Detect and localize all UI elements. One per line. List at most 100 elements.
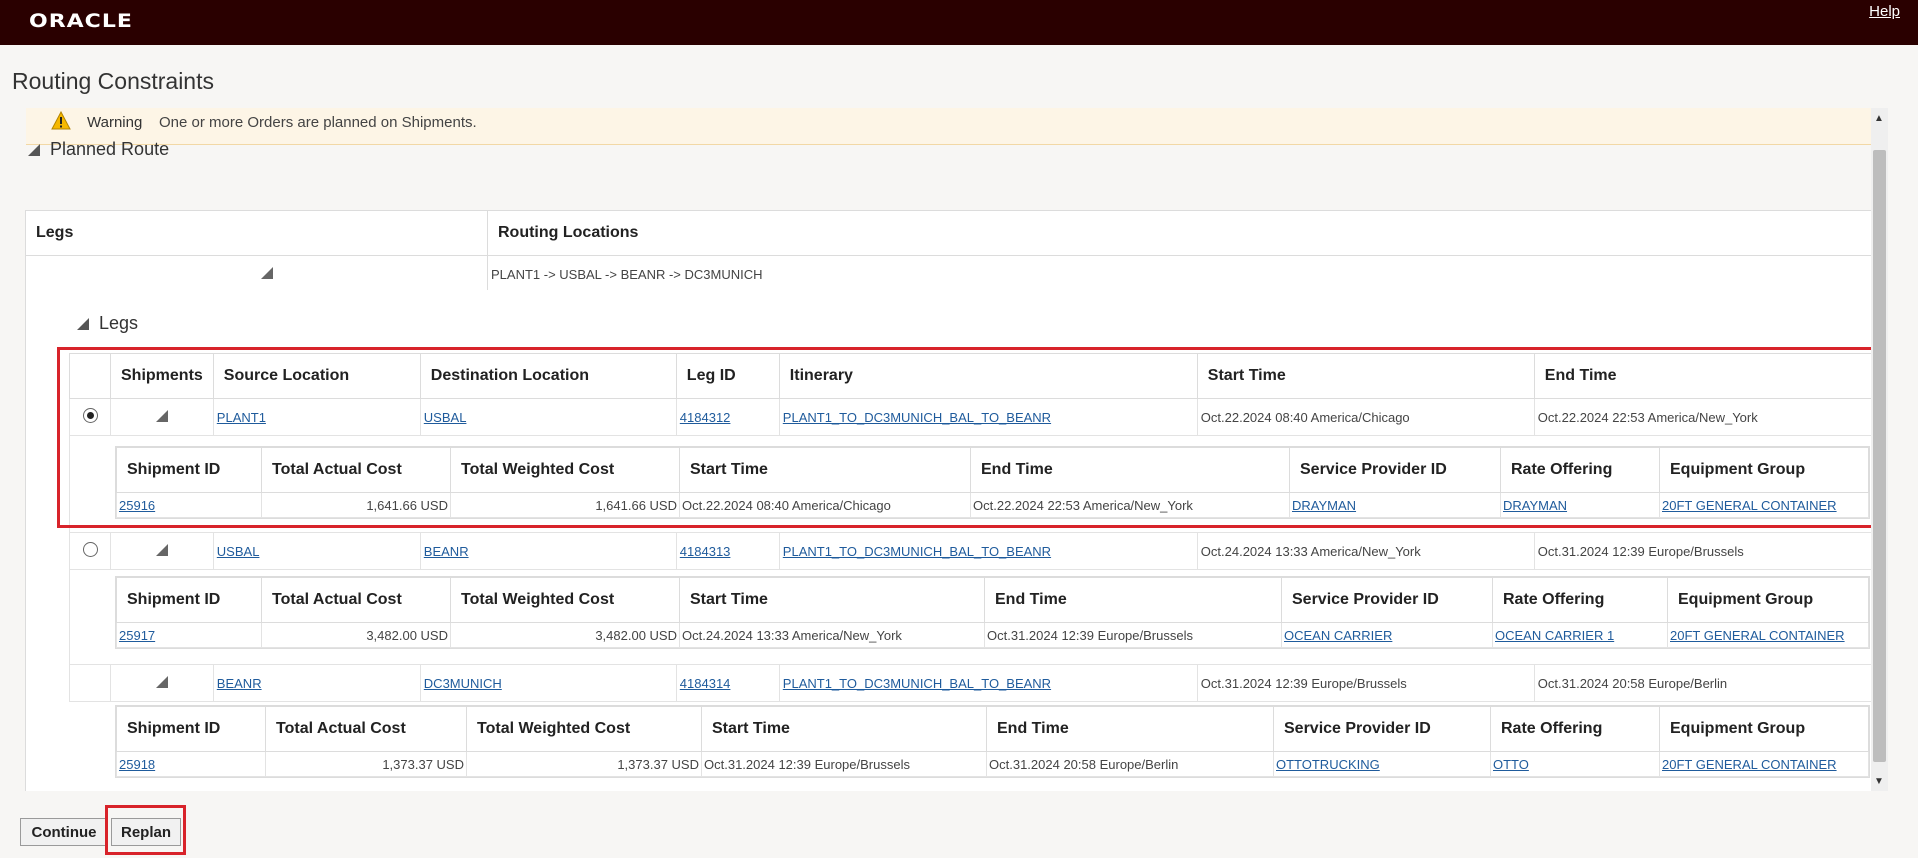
shipment-start-time: Oct.31.2024 12:39 Europe/Brussels	[701, 751, 987, 777]
routing-locations-value: PLANT1 -> USBAL -> BEANR -> DC3MUNICH	[487, 255, 1874, 293]
shipment-end-time: Oct.31.2024 12:39 Europe/Brussels	[984, 622, 1282, 648]
itinerary-link[interactable]: PLANT1_TO_DC3MUNICH_BAL_TO_BEANR	[783, 676, 1051, 691]
equipment-group-link[interactable]: 20FT GENERAL CONTAINER	[1662, 498, 1837, 513]
col-equipment-group: Equipment Group	[1659, 706, 1869, 752]
scrollbar-thumb[interactable]	[1873, 150, 1886, 762]
col-end-time: End Time	[984, 577, 1282, 623]
page-title: Routing Constraints	[12, 68, 214, 94]
replan-button[interactable]: Replan	[111, 818, 181, 846]
planned-route-header[interactable]: Planned Route	[28, 139, 169, 160]
end-time: Oct.31.2024 12:39 Europe/Brussels	[1533, 532, 1873, 570]
shipment-row: 25917 3,482.00 USD 3,482.00 USD Oct.24.2…	[116, 622, 1869, 648]
leg-id-link[interactable]: 4184312	[680, 410, 731, 425]
col-destination-location: Destination Location	[419, 353, 677, 399]
destination-location-link[interactable]: USBAL	[424, 410, 467, 425]
expand-triangle-icon[interactable]	[261, 266, 273, 279]
leg-row[interactable]: PLANT1 USBAL 4184312 PLANT1_TO_DC3MUNICH…	[69, 398, 1873, 436]
itinerary-link[interactable]: PLANT1_TO_DC3MUNICH_BAL_TO_BEANR	[783, 410, 1051, 425]
collapse-triangle-icon[interactable]	[77, 318, 89, 331]
rate-offering-link[interactable]: OTTO	[1493, 757, 1529, 772]
collapse-triangle-icon[interactable]	[28, 144, 40, 157]
shipment-end-time: Oct.31.2024 20:58 Europe/Berlin	[986, 751, 1274, 777]
col-legs: Legs	[25, 210, 488, 256]
col-shipment-id: Shipment ID	[116, 706, 266, 752]
equipment-group-link[interactable]: 20FT GENERAL CONTAINER	[1662, 757, 1837, 772]
itinerary-link[interactable]: PLANT1_TO_DC3MUNICH_BAL_TO_BEANR	[783, 544, 1051, 559]
col-end-time: End Time	[986, 706, 1274, 752]
total-weighted-cost: 1,641.66 USD	[450, 492, 680, 518]
source-location-link[interactable]: BEANR	[217, 676, 262, 691]
col-shipment-id: Shipment ID	[116, 577, 262, 623]
col-end-time: End Time	[1533, 353, 1873, 399]
collapse-triangle-icon[interactable]	[155, 409, 168, 422]
warning-message: One or more Orders are planned on Shipme…	[159, 114, 477, 131]
shipment-start-time: Oct.24.2024 13:33 America/New_York	[679, 622, 985, 648]
rate-offering-link[interactable]: DRAYMAN	[1503, 498, 1567, 513]
route-legs-toggle[interactable]	[25, 255, 488, 293]
scroll-down-arrow-icon[interactable]: ▼	[1874, 776, 1884, 787]
col-equipment-group: Equipment Group	[1667, 577, 1869, 623]
radio-button[interactable]	[82, 542, 98, 557]
continue-button[interactable]: Continue	[20, 818, 108, 846]
col-rate-offering: Rate Offering	[1490, 706, 1660, 752]
rate-offering-link[interactable]: OCEAN CARRIER 1	[1495, 628, 1614, 643]
shipment-subtable-3: Shipment ID Total Actual Cost Total Weig…	[115, 705, 1870, 778]
leg-row[interactable]: USBAL BEANR 4184313 PLANT1_TO_DC3MUNICH_…	[69, 532, 1873, 570]
col-itinerary: Itinerary	[778, 353, 1198, 399]
col-total-actual-cost: Total Actual Cost	[265, 706, 467, 752]
source-location-link[interactable]: PLANT1	[217, 410, 266, 425]
leg-select-cell[interactable]	[69, 664, 111, 702]
col-service-provider-id: Service Provider ID	[1281, 577, 1493, 623]
leg-id-link[interactable]: 4184314	[680, 676, 731, 691]
col-start-time: Start Time	[701, 706, 987, 752]
destination-location-link[interactable]: DC3MUNICH	[424, 676, 502, 691]
legs-title: Legs	[99, 313, 139, 333]
leg-select-cell[interactable]	[69, 532, 111, 570]
equipment-group-link[interactable]: 20FT GENERAL CONTAINER	[1670, 628, 1845, 643]
service-provider-link[interactable]: OCEAN CARRIER	[1284, 628, 1392, 643]
leg-id-link[interactable]: 4184313	[680, 544, 731, 559]
col-rate-offering: Rate Offering	[1500, 447, 1660, 493]
col-service-provider-id: Service Provider ID	[1273, 706, 1491, 752]
oracle-logo: ORACLE	[29, 10, 133, 33]
start-time: Oct.22.2024 08:40 America/Chicago	[1196, 398, 1535, 436]
collapse-triangle-icon[interactable]	[155, 543, 168, 556]
start-time: Oct.24.2024 13:33 America/New_York	[1196, 532, 1535, 570]
source-location-link[interactable]: USBAL	[217, 544, 260, 559]
total-actual-cost: 3,482.00 USD	[261, 622, 451, 648]
col-leg-id: Leg ID	[675, 353, 780, 399]
vertical-scrollbar[interactable]: ▲ ▼	[1871, 108, 1888, 791]
top-bar: ORACLE Help	[0, 0, 1918, 45]
collapse-triangle-icon[interactable]	[155, 675, 168, 688]
scroll-up-arrow-icon[interactable]: ▲	[1874, 113, 1884, 124]
total-actual-cost: 1,373.37 USD	[265, 751, 467, 777]
col-source-location: Source Location	[212, 353, 421, 399]
leg-row[interactable]: BEANR DC3MUNICH 4184314 PLANT1_TO_DC3MUN…	[69, 664, 1873, 702]
help-link[interactable]: Help	[1869, 3, 1900, 20]
col-start-time: Start Time	[679, 577, 985, 623]
warning-label: Warning	[87, 114, 143, 131]
leg-select-cell[interactable]	[69, 398, 111, 436]
total-actual-cost: 1,641.66 USD	[261, 492, 451, 518]
shipment-id-link[interactable]: 25917	[119, 628, 155, 643]
col-routing-locations: Routing Locations	[487, 210, 1874, 256]
planned-route-table: Legs Routing Locations PLANT1 -> USBAL -…	[25, 210, 1874, 293]
shipments-toggle[interactable]	[110, 398, 214, 436]
destination-location-link[interactable]: BEANR	[424, 544, 469, 559]
shipments-toggle[interactable]	[110, 532, 214, 570]
start-time: Oct.31.2024 12:39 Europe/Brussels	[1196, 664, 1535, 702]
shipment-id-link[interactable]: 25918	[119, 757, 155, 772]
end-time: Oct.31.2024 20:58 Europe/Berlin	[1533, 664, 1873, 702]
shipments-toggle[interactable]	[110, 664, 214, 702]
col-total-weighted-cost: Total Weighted Cost	[450, 577, 680, 623]
col-rate-offering: Rate Offering	[1492, 577, 1668, 623]
legs-header[interactable]: Legs	[77, 313, 138, 334]
col-shipment-id: Shipment ID	[116, 447, 262, 493]
service-provider-link[interactable]: DRAYMAN	[1292, 498, 1356, 513]
col-start-time: Start Time	[679, 447, 971, 493]
radio-button-selected[interactable]	[82, 408, 98, 423]
shipment-id-link[interactable]: 25916	[119, 498, 155, 513]
shipment-row: 25918 1,373.37 USD 1,373.37 USD Oct.31.2…	[116, 751, 1869, 777]
shipment-subtable-1: Shipment ID Total Actual Cost Total Weig…	[115, 446, 1870, 519]
service-provider-link[interactable]: OTTOTRUCKING	[1276, 757, 1380, 772]
